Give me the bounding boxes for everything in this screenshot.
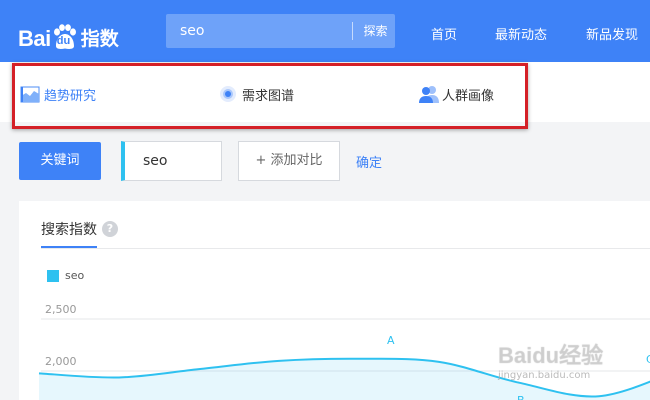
nav-new-products[interactable]: 新品发现 [586,24,638,43]
watermark-title: Baidu经验 [498,343,604,368]
logo-bai: Bai [18,26,51,51]
chart-annotation-c[interactable]: C [646,353,650,366]
keyword-input[interactable] [121,141,222,181]
header-search: 探索 [166,14,395,48]
baidu-index-logo[interactable]: Bai du 指数 [18,20,119,50]
y-tick-label: 2,000 [45,355,77,368]
add-compare-button[interactable]: + 添加对比 [238,141,340,181]
logo-zhishu: 指数 [80,28,119,50]
watermark-url: jingyan.baidu.com [498,370,591,381]
confirm-link[interactable]: 确定 [356,152,382,171]
keyword-button[interactable]: 关键词 [19,142,101,180]
nav-home[interactable]: 首页 [431,24,457,43]
chart-annotation-b[interactable]: B [517,394,525,400]
baidu-jingyan-watermark: Baidu经验 jingyan.baidu.com [498,338,603,381]
chart-annotation-a[interactable]: A [387,334,395,347]
paw-icon: du [52,24,78,50]
search-input[interactable] [166,14,352,48]
search-divider [352,22,353,40]
y-tick-label: 2,500 [45,303,77,316]
top-header: Bai du 指数 探索 首页 最新动态 新品发现 [0,0,650,62]
highlight-annotation-box [12,63,528,129]
logo-du: du [56,35,71,47]
explore-button[interactable]: 探索 [356,14,395,48]
nav-latest-news[interactable]: 最新动态 [495,24,547,43]
